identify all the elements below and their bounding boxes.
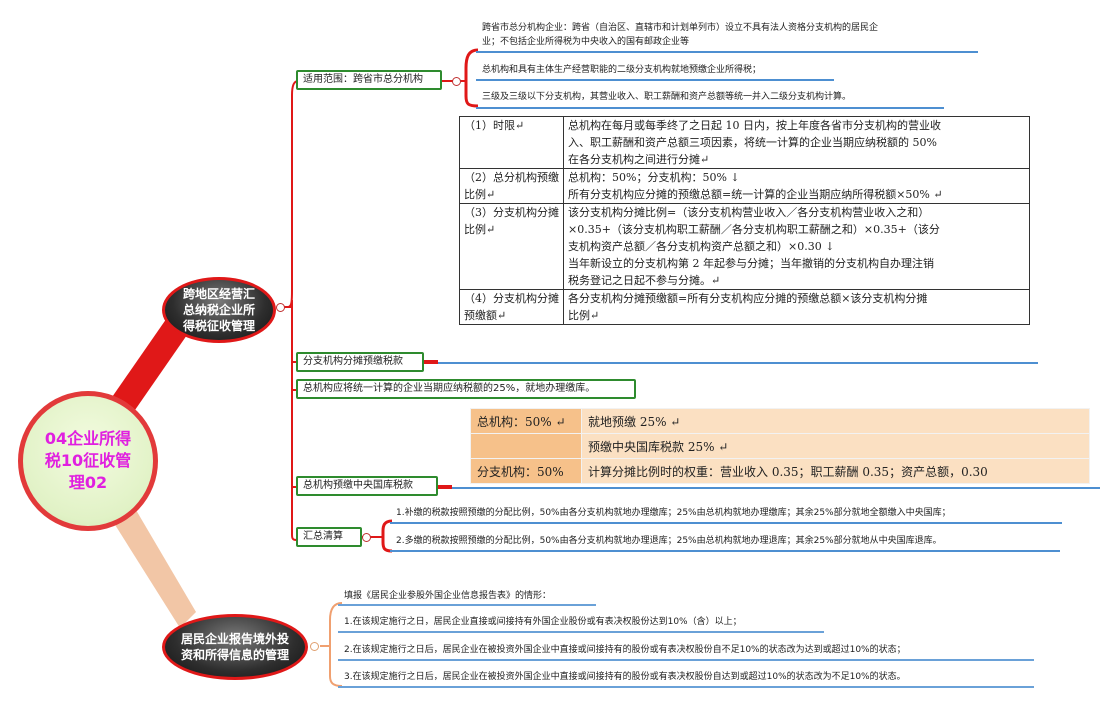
scope-note-1a: 跨省市总分机构企业：跨省（自治区、直辖市和计划单列市）设立不具有法人资格分支机构… <box>482 23 879 33</box>
table-row: 预缴中央国库税款 25% ↵ <box>470 433 1090 459</box>
scope-label-box[interactable]: 适用范围：跨省市总分机构 <box>296 70 442 90</box>
central-cell: 总机构：50% ↵ <box>470 408 582 434</box>
prepay-line: 支机构资产总额／各分支机构资产总额之和）×0.30 ↓ <box>568 240 835 253</box>
settle-label-box[interactable]: 汇总清算 <box>296 527 362 547</box>
prepay-line: 总机构在每月或每季终了之日起 10 日内，按上年度各省市分支机构的营业收 <box>568 119 941 132</box>
prepay-value: 总机构：50%；分支机构：50% ↓ 所有分支机构应分摊的预缴总额=统一计算的企业… <box>563 168 1030 204</box>
prepay-key: （2）总分机构预缴比例↵ <box>459 168 564 204</box>
prepay-line: 当年新设立的分支机构第 2 年起参与分摊；当年撤销的分支机构自办理注销 <box>568 257 934 270</box>
settle-label: 汇总清算 <box>303 531 343 542</box>
central-cell: 分支机构：50% <box>470 458 582 484</box>
table-row: （4）分支机构分摊预缴额↵ 各分支机构分摊预缴额=所有分支机构应分摊的预缴总额×… <box>459 289 1030 325</box>
settle-collapse-toggle[interactable] <box>362 533 371 542</box>
branch2-note-0: 填报《居民企业参股外国企业信息报告表》的情形： <box>344 591 552 601</box>
root-node[interactable]: 04企业所得税10征收管理02 <box>18 391 158 531</box>
scope-note-2: 总机构和具有主体生产经营职能的二级分支机构就地预缴企业所得税； <box>482 65 762 75</box>
branch2-bracket <box>329 602 343 687</box>
prepay-line: ×0.35+（该分支机构职工薪酬／各分支机构职工薪酬之和）×0.35+（该分 <box>568 223 940 236</box>
settle-note-1: 1.补缴的税款按照预缴的分配比例，50%由各分支机构就地办理缴库；25%由总机构… <box>396 508 951 518</box>
table-row: （2）总分机构预缴比例↵ 总机构：50%；分支机构：50% ↓ 所有分支机构应分摊… <box>459 168 1030 204</box>
prepay-key: （4）分支机构分摊预缴额↵ <box>459 289 564 325</box>
settle-note-2: 2.多缴的税款按照预缴的分配比例，50%由各分支机构就地办理退库；25%由总机构… <box>396 536 942 546</box>
central-share-table: 总机构：50% ↵ 就地预缴 25% ↵ 预缴中央国库税款 25% ↵ 分支机构… <box>470 408 1090 484</box>
connector-lines <box>110 48 479 687</box>
central-cell: 计算分摊比例时的权重：营业收入 0.35；职工薪酬 0.35；资产总额，0.30 <box>581 458 1090 484</box>
branch2-note-3: 3.在该规定施行之日后，居民企业在被投资外国企业中直接或间接持有的股份或有表决权… <box>344 672 906 682</box>
prepay-line: 在各分支机构之间进行分摊↵ <box>568 153 710 166</box>
prepay-line: 该分支机构分摊比例=（该分支机构营业收入／各分支机构营业收入之和） <box>568 206 930 219</box>
central-label-box[interactable]: 总机构预缴中央国库税款 <box>296 476 438 496</box>
scope-note-1b: 业；不包括企业所得税为中央收入的国有邮政企业等 <box>482 37 690 47</box>
scope-note-3: 三级及三级以下分支机构，其营业收入、职工薪酬和资产总额等统一并入二级分支机构计算… <box>482 92 852 102</box>
branch1-node[interactable]: 跨地区经营汇总纳税企业所得税征收管理 <box>162 277 276 343</box>
branch1-title: 跨地区经营汇总纳税企业所得税征收管理 <box>182 287 255 333</box>
central-text: 总机构应将统一计算的企业当期应纳税额的25%，就地办理缴库。 <box>303 383 596 394</box>
prepay-line: 税务登记之日起不参与分摊。↵ <box>568 274 721 287</box>
branch2-collapse-toggle[interactable] <box>310 642 319 651</box>
prepay-value: 各分支机构分摊预缴额=所有分支机构应分摊的预缴总额×该分支机构分摊 比例↵ <box>563 289 1030 325</box>
central-cell: 就地预缴 25% ↵ <box>581 408 1090 434</box>
branch2-node[interactable]: 居民企业报告境外投资和所得信息的管理 <box>162 614 308 680</box>
prepay-line: 入、职工薪酬和资产总额三项因素，将统一计算的企业当期应纳税额的 50% <box>568 136 937 149</box>
table-row: 总机构：50% ↵ 就地预缴 25% ↵ <box>470 408 1090 434</box>
prepay-line: 各分支机构分摊预缴额=所有分支机构应分摊的预缴总额×该分支机构分摊 <box>568 292 928 305</box>
scope-label: 适用范围：跨省市总分机构 <box>303 74 423 85</box>
central-cell-empty <box>470 433 582 459</box>
branch2-title: 居民企业报告境外投资和所得信息的管理 <box>180 632 289 662</box>
settle-bracket <box>381 519 393 553</box>
scope-bracket <box>464 48 479 108</box>
table-row: 分支机构：50% 计算分摊比例时的权重：营业收入 0.35；职工薪酬 0.35；… <box>470 458 1090 484</box>
prepay-label-box[interactable]: 分支机构分摊预缴税款 <box>296 352 424 372</box>
branch2-note-1: 1.在该规定施行之日，居民企业直接或间接持有外国企业股份或有表决权股份达到10%… <box>344 617 742 627</box>
central-label: 总机构预缴中央国库税款 <box>303 480 413 491</box>
root-to-branch2-link <box>112 510 196 628</box>
prepay-line: 所有分支机构应分摊的预缴总额=统一计算的企业当期应纳所得税额×50% ↵ <box>568 188 943 201</box>
prepay-key: （1）时限↵ <box>459 116 564 169</box>
central-cell: 预缴中央国库税款 25% ↵ <box>581 433 1090 459</box>
root-title: 04企业所得税10征收管理02 <box>44 429 132 492</box>
prepay-rules-table: （1）时限↵ 总机构在每月或每季终了之日起 10 日内，按上年度各省市分支机构的… <box>459 116 1030 325</box>
table-row: （1）时限↵ 总机构在每月或每季终了之日起 10 日内，按上年度各省市分支机构的… <box>459 116 1030 169</box>
branch1-collapse-toggle[interactable] <box>276 303 285 312</box>
central-text-box[interactable]: 总机构应将统一计算的企业当期应纳税额的25%，就地办理缴库。 <box>296 379 636 399</box>
table-row: （3）分支机构分摊比例↵ 该分支机构分摊比例=（该分支机构营业收入／各分支机构营… <box>459 203 1030 290</box>
prepay-value: 总机构在每月或每季终了之日起 10 日内，按上年度各省市分支机构的营业收 入、职工… <box>563 116 1030 169</box>
prepay-label: 分支机构分摊预缴税款 <box>303 356 403 367</box>
scope-collapse-toggle[interactable] <box>452 77 461 86</box>
prepay-line: 总机构：50%；分支机构：50% ↓ <box>568 171 740 184</box>
branch1-trunk <box>287 80 299 541</box>
prepay-line: 比例↵ <box>568 309 600 322</box>
branch2-note-2: 2.在该规定施行之日后，居民企业在被投资外国企业中直接或间接持有的股份或有表决权… <box>344 645 906 655</box>
prepay-value: 该分支机构分摊比例=（该分支机构营业收入／各分支机构营业收入之和） ×0.35+（… <box>563 203 1030 290</box>
prepay-key: （3）分支机构分摊比例↵ <box>459 203 564 290</box>
